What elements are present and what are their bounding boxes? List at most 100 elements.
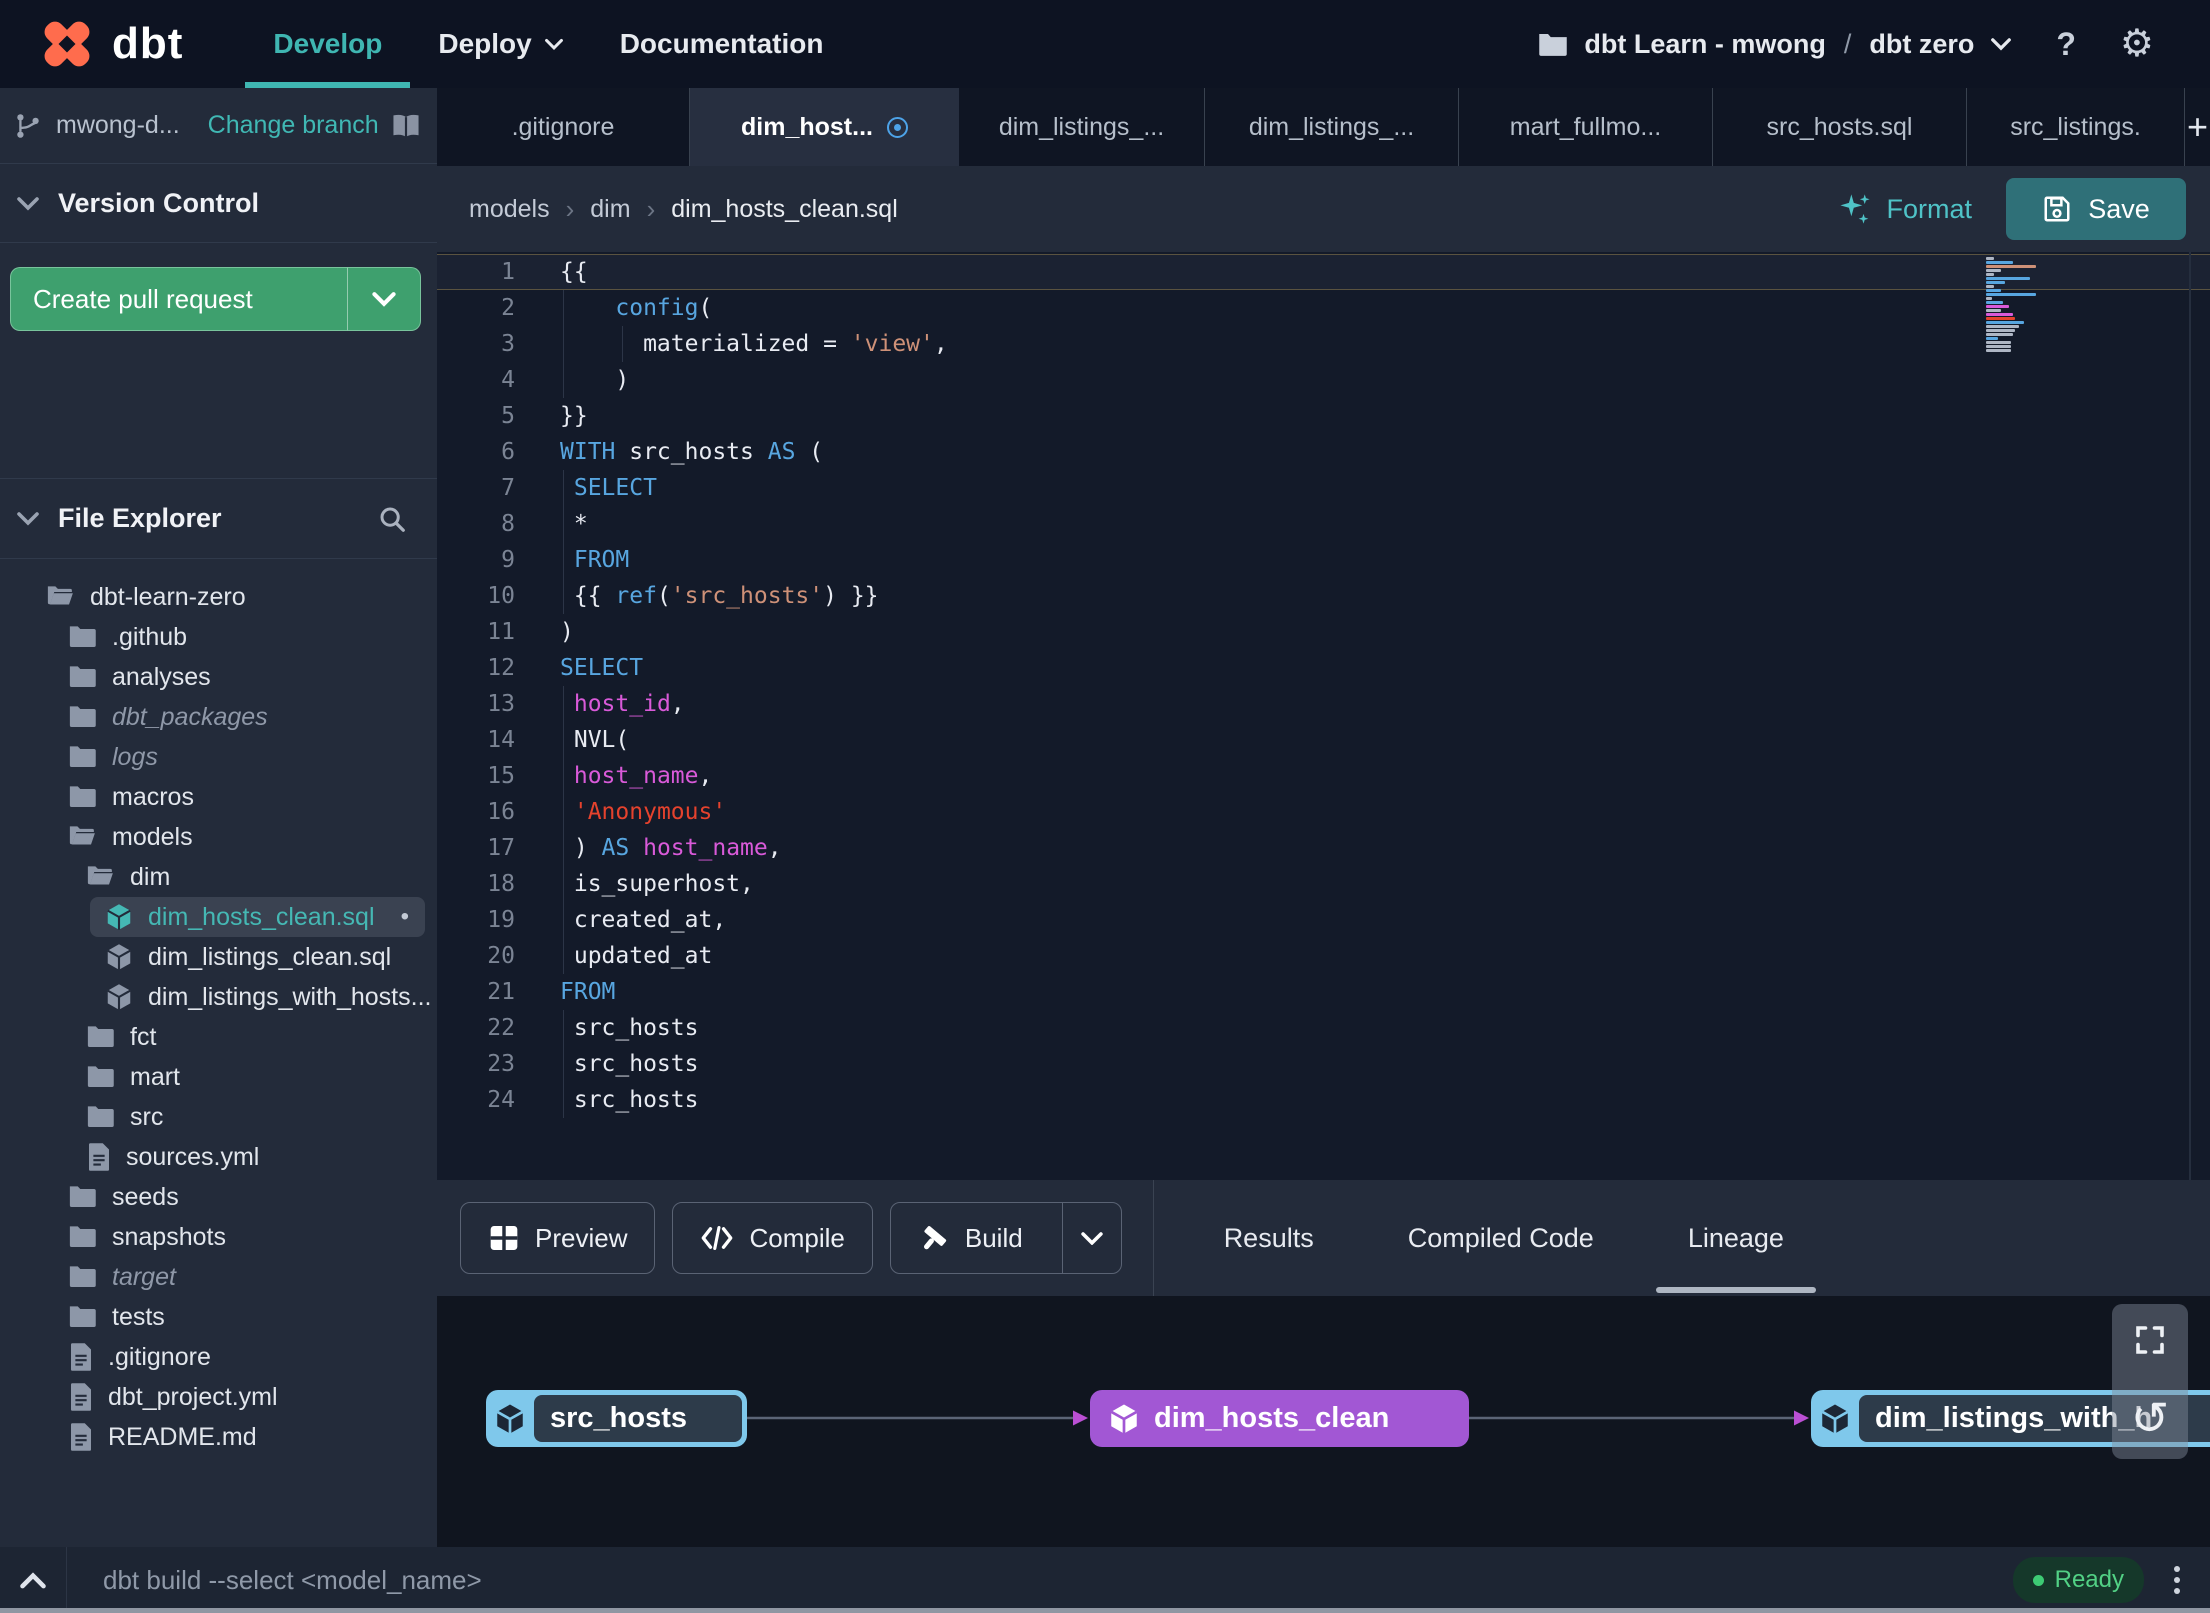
new-tab-button[interactable]: + bbox=[2185, 88, 2210, 166]
lineage-node-src-hosts[interactable]: src_hosts bbox=[486, 1390, 747, 1447]
chevron-up-icon[interactable] bbox=[0, 1547, 67, 1613]
code-line-content: ) bbox=[515, 362, 2210, 398]
tree-item-dim-listings-with-hosts-[interactable]: dim_listings_with_hosts... bbox=[0, 977, 437, 1017]
fullscreen-icon[interactable] bbox=[2132, 1322, 2168, 1358]
code-editor[interactable]: 1{{2 config(3 materialized = 'view', 4 ) 5… bbox=[437, 252, 2210, 1180]
node-label: src_hosts bbox=[550, 1402, 688, 1434]
tree-item-sources-yml[interactable]: sources.yml bbox=[0, 1137, 437, 1177]
tree-item-dbt-packages[interactable]: dbt_packages bbox=[0, 697, 437, 737]
panel-tab-lineage[interactable]: Lineage bbox=[1655, 1180, 1817, 1296]
file-icon bbox=[68, 1342, 94, 1372]
save-button[interactable]: Save bbox=[2006, 178, 2186, 240]
code-line-content: {{ ref('src_hosts') }} bbox=[515, 578, 2210, 614]
search-icon[interactable] bbox=[377, 504, 407, 534]
code-line-content: config( bbox=[515, 290, 2210, 326]
bottom-scrollbar[interactable] bbox=[0, 1608, 2210, 1613]
lineage-node-dim-hosts-clean[interactable]: dim_hosts_clean bbox=[1090, 1390, 1469, 1447]
code-token: 'src_hosts' bbox=[670, 583, 824, 609]
change-branch-link[interactable]: Change branch bbox=[208, 111, 379, 140]
code-token: SELECT bbox=[573, 475, 657, 501]
book-icon[interactable] bbox=[389, 111, 423, 141]
build-dropdown[interactable] bbox=[1061, 1203, 1121, 1273]
tree-item-logs[interactable]: logs bbox=[0, 737, 437, 777]
minimap-line bbox=[1986, 349, 2011, 352]
compile-button[interactable]: Compile bbox=[672, 1202, 873, 1274]
tree-item-dim[interactable]: dim bbox=[0, 857, 437, 897]
code-token: ( bbox=[698, 295, 713, 321]
create-pull-request-dropdown[interactable] bbox=[347, 267, 421, 331]
help-button[interactable]: ? bbox=[2050, 26, 2082, 63]
folder-icon bbox=[68, 704, 98, 730]
create-pull-request-button[interactable]: Create pull request bbox=[10, 267, 347, 331]
tree-item-fct[interactable]: fct bbox=[0, 1017, 437, 1057]
tree-item-seeds[interactable]: seeds bbox=[0, 1177, 437, 1217]
indent-guide bbox=[563, 1082, 564, 1118]
tree-item-src[interactable]: src bbox=[0, 1097, 437, 1137]
refresh-icon[interactable]: ↺ bbox=[2131, 1395, 2170, 1441]
nav-item-develop[interactable]: Develop bbox=[245, 0, 411, 88]
code-line-content: host_id, bbox=[515, 686, 2210, 722]
tree-item-mart[interactable]: mart bbox=[0, 1057, 437, 1097]
project-separator: / bbox=[1843, 28, 1852, 59]
minimap[interactable] bbox=[1986, 257, 2040, 353]
panel-tab-compiled-code[interactable]: Compiled Code bbox=[1394, 1180, 1608, 1296]
code-token: src_hosts bbox=[560, 1051, 699, 1077]
tree-item-snapshots[interactable]: snapshots bbox=[0, 1217, 437, 1257]
tree-item-dbt-project-yml[interactable]: dbt_project.yml bbox=[0, 1377, 437, 1417]
settings-gear-icon[interactable]: ⚙ bbox=[2120, 25, 2154, 63]
code-token: {{ bbox=[560, 259, 588, 285]
grid-icon bbox=[488, 1223, 520, 1253]
tree-item-target[interactable]: target bbox=[0, 1257, 437, 1297]
tree-item--github[interactable]: .github bbox=[0, 617, 437, 657]
code-token: src_hosts bbox=[560, 1087, 699, 1113]
tree-item-dim-listings-clean-sql[interactable]: dim_listings_clean.sql bbox=[0, 937, 437, 977]
code-line-content: NVL( bbox=[515, 722, 2210, 758]
tree-item-analyses[interactable]: analyses bbox=[0, 657, 437, 697]
format-button[interactable]: Format bbox=[1838, 192, 1972, 226]
tree-item-macros[interactable]: macros bbox=[0, 777, 437, 817]
tree-item--gitignore[interactable]: .gitignore bbox=[0, 1337, 437, 1377]
command-input[interactable]: dbt build --select <model_name> bbox=[103, 1565, 482, 1596]
tree-item-tests[interactable]: tests bbox=[0, 1297, 437, 1337]
tab-dim-listings-[interactable]: dim_listings_... bbox=[1205, 88, 1459, 166]
nav-item-documentation[interactable]: Documentation bbox=[592, 0, 852, 88]
kebab-menu-icon[interactable] bbox=[2170, 1562, 2184, 1598]
indent-guide bbox=[563, 506, 564, 542]
tab-modified-icon bbox=[886, 116, 908, 138]
code-line-content: }} bbox=[515, 398, 2210, 434]
tab-src-listings-[interactable]: src_listings. bbox=[1967, 88, 2185, 166]
minimap-line bbox=[1986, 273, 1995, 276]
tree-item-dbt-learn-zero[interactable]: dbt-learn-zero bbox=[0, 577, 437, 617]
tree-item-readme-md[interactable]: README.md bbox=[0, 1417, 437, 1457]
tree-item-label: dbt_packages bbox=[112, 702, 268, 731]
project-selector[interactable]: dbt Learn - mwong / dbt zero bbox=[1538, 29, 2012, 60]
tab-dim-host-[interactable]: dim_host... bbox=[690, 88, 959, 166]
nav-item-label: Deploy bbox=[438, 28, 532, 59]
code-token: host_name bbox=[643, 835, 768, 861]
save-label: Save bbox=[2088, 193, 2150, 224]
tab--gitignore[interactable]: .gitignore bbox=[437, 88, 690, 166]
status-badge[interactable]: Ready bbox=[2012, 1557, 2144, 1603]
build-button[interactable]: Build bbox=[889, 1202, 1122, 1274]
tab-src-hosts-sql[interactable]: src_hosts.sql bbox=[1713, 88, 1967, 166]
build-main[interactable]: Build bbox=[891, 1203, 1047, 1273]
project-name: dbt zero bbox=[1869, 28, 1975, 59]
ready-label: Ready bbox=[2054, 1566, 2124, 1593]
folder-icon bbox=[68, 744, 98, 770]
tab-label: .gitignore bbox=[511, 112, 615, 141]
tree-item-dim-hosts-clean-sql[interactable]: dim_hosts_clean.sql • bbox=[90, 897, 425, 937]
tab-dim-listings-[interactable]: dim_listings_... bbox=[959, 88, 1205, 166]
panel-tab-results[interactable]: Results bbox=[1210, 1180, 1328, 1296]
file-explorer-header[interactable]: File Explorer bbox=[0, 478, 437, 559]
line-number: 9 bbox=[501, 547, 515, 573]
code-token: AS bbox=[601, 835, 630, 861]
preview-button[interactable]: Preview bbox=[460, 1202, 656, 1274]
editor-scrollbar[interactable] bbox=[2189, 252, 2191, 1180]
dbt-logo[interactable]: dbt bbox=[38, 15, 183, 73]
version-control-header[interactable]: Version Control bbox=[0, 164, 437, 243]
tree-item-models[interactable]: models bbox=[0, 817, 437, 857]
nav-item-deploy[interactable]: Deploy bbox=[410, 0, 591, 88]
minimap-line bbox=[1986, 261, 2014, 264]
file-explorer-title: File Explorer bbox=[58, 503, 222, 533]
tab-mart-fullmo-[interactable]: mart_fullmo... bbox=[1459, 88, 1713, 166]
